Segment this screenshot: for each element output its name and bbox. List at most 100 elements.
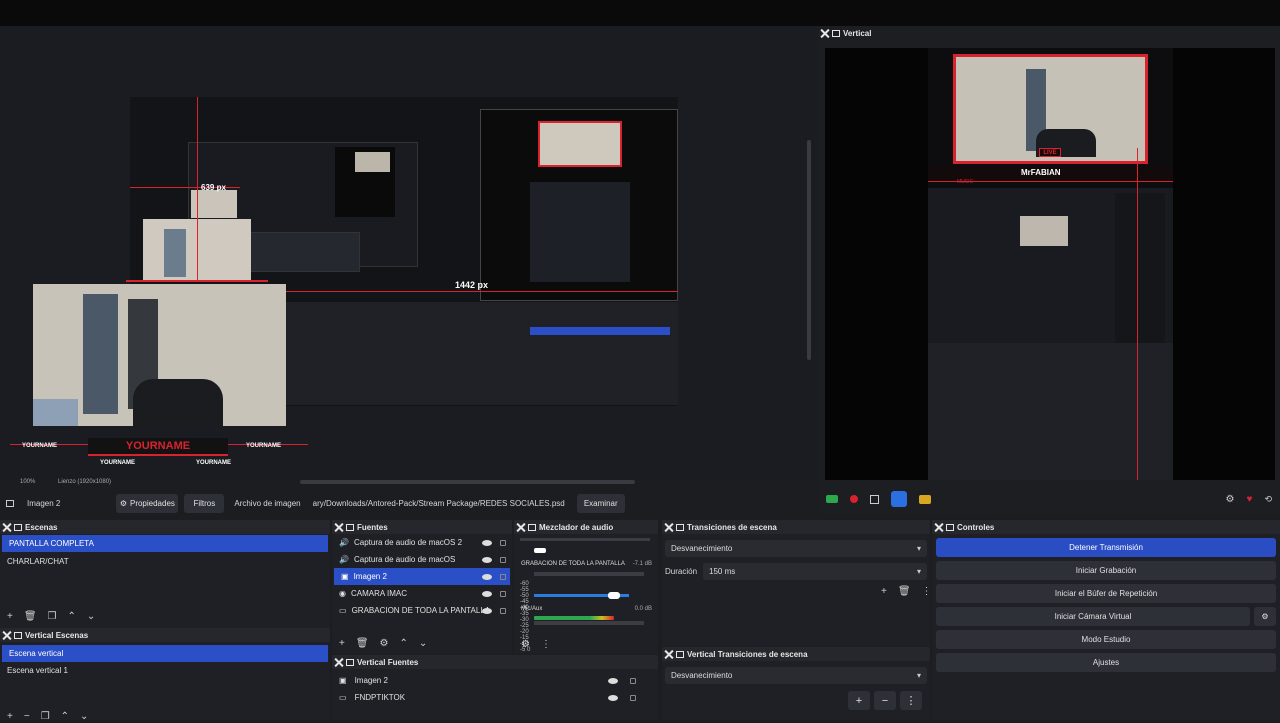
start-virtual-camera-button[interactable]: Iniciar Cámara Virtual bbox=[936, 607, 1250, 626]
heart-icon[interactable]: ♥ bbox=[1247, 494, 1253, 505]
lock-icon[interactable] bbox=[630, 677, 636, 684]
start-replay-buffer-button[interactable]: Iniciar el Búfer de Repetición bbox=[936, 584, 1276, 603]
audio-level-meter bbox=[534, 616, 614, 620]
up-icon[interactable]: ⌃ bbox=[400, 638, 408, 649]
filters-button[interactable]: Filtros bbox=[184, 493, 225, 513]
volume-slider[interactable] bbox=[534, 548, 546, 553]
close-icon[interactable] bbox=[334, 523, 343, 532]
source-item[interactable]: 🔊 Captura de audio de macOS 2 bbox=[332, 534, 512, 551]
studio-icon[interactable] bbox=[919, 494, 931, 504]
zoom-level[interactable]: 100% bbox=[20, 479, 35, 485]
vertical-dock-title: Vertical bbox=[843, 28, 872, 38]
source-item[interactable]: 🔊 Captura de audio de macOS bbox=[332, 551, 512, 568]
studio-mode-button[interactable]: Modo Estudio bbox=[936, 630, 1276, 649]
float-icon[interactable] bbox=[676, 650, 684, 658]
eye-icon[interactable] bbox=[608, 694, 618, 701]
trash-icon[interactable]: 🗑 bbox=[356, 638, 369, 649]
duration-input[interactable]: 150 ms bbox=[703, 563, 927, 580]
browse-button[interactable]: Examinar bbox=[576, 493, 625, 513]
vertical-transition-select[interactable]: Desvanecimiento bbox=[665, 667, 927, 684]
up-icon[interactable]: ⌃ bbox=[68, 611, 76, 622]
close-icon[interactable] bbox=[334, 658, 343, 667]
camera-source-large[interactable] bbox=[33, 284, 286, 426]
add-icon[interactable]: + bbox=[848, 691, 870, 710]
stop-stream-button[interactable]: Detener Transmisión bbox=[936, 538, 1276, 557]
more-icon[interactable]: ⟲ bbox=[1264, 494, 1272, 505]
vertical-source-item[interactable]: ▭ FNDPTIKTOK bbox=[332, 689, 658, 706]
guide-vertical-line bbox=[197, 97, 198, 282]
lock-icon[interactable] bbox=[500, 590, 506, 597]
lock-icon[interactable] bbox=[500, 556, 506, 563]
more-icon[interactable]: ⋮ bbox=[541, 639, 551, 650]
lock-icon[interactable] bbox=[500, 573, 506, 580]
virtual-cam-icon[interactable] bbox=[891, 491, 907, 507]
add-icon[interactable]: + bbox=[881, 586, 887, 597]
virtual-cam-settings-button[interactable]: ⚙ bbox=[1254, 607, 1276, 626]
source-item[interactable]: ▭ GRABACION DE TODA LA PANTALLA bbox=[332, 602, 512, 619]
more-icon[interactable]: ⋮ bbox=[900, 691, 922, 710]
float-icon[interactable] bbox=[946, 523, 954, 531]
down-icon[interactable]: ⌄ bbox=[419, 638, 427, 649]
float-icon[interactable] bbox=[528, 523, 536, 531]
float-icon[interactable] bbox=[832, 29, 840, 37]
scene-item[interactable]: CHARLAR/CHAT bbox=[0, 553, 330, 570]
vertical-scene-item[interactable]: Escena vertical 1 bbox=[0, 662, 330, 679]
eye-icon[interactable] bbox=[608, 677, 618, 684]
float-icon[interactable] bbox=[14, 523, 22, 531]
down-icon[interactable]: ⌄ bbox=[87, 611, 95, 622]
close-icon[interactable] bbox=[664, 650, 673, 659]
eye-icon[interactable] bbox=[482, 607, 492, 614]
start-recording-button[interactable]: Iniciar Grabación bbox=[936, 561, 1276, 580]
trash-icon[interactable]: 🗑 bbox=[898, 586, 911, 597]
properties-button[interactable]: ⚙ Propiedades bbox=[116, 493, 179, 513]
close-icon[interactable] bbox=[820, 29, 829, 38]
transition-select[interactable]: Desvanecimiento bbox=[665, 540, 927, 557]
scene-item[interactable]: PANTALLA COMPLETA bbox=[2, 535, 328, 552]
vertical-scene-item[interactable]: Escena vertical bbox=[2, 645, 328, 662]
float-icon[interactable] bbox=[676, 523, 684, 531]
add-icon[interactable]: + bbox=[7, 611, 13, 622]
vertical-dock-header: Vertical bbox=[818, 26, 1280, 40]
copy-icon[interactable]: ❐ bbox=[48, 611, 57, 622]
settings-button[interactable]: Ajustes bbox=[936, 653, 1276, 672]
close-icon[interactable] bbox=[934, 523, 943, 532]
vertical-scenes-dock: Vertical Escenas Escena vertical Escena … bbox=[0, 628, 330, 722]
record-icon[interactable] bbox=[850, 495, 858, 503]
eye-icon[interactable] bbox=[482, 573, 492, 580]
eye-icon[interactable] bbox=[482, 539, 492, 546]
volume-slider[interactable] bbox=[608, 592, 620, 599]
source-item[interactable]: ◉ CAMARA IMAC bbox=[332, 585, 512, 602]
more-icon[interactable]: ⋮ bbox=[922, 586, 932, 597]
duration-row: Duración 150 ms bbox=[665, 563, 927, 580]
close-icon[interactable] bbox=[2, 631, 11, 640]
vertical-scenes-title: Vertical Escenas bbox=[25, 630, 89, 640]
gear-icon[interactable]: ⚙ bbox=[380, 638, 389, 649]
float-icon[interactable] bbox=[346, 523, 354, 531]
add-icon[interactable]: + bbox=[339, 638, 345, 649]
close-icon[interactable] bbox=[516, 523, 525, 532]
vertical-source-label: FNDPTIKTOK bbox=[354, 693, 406, 702]
close-icon[interactable] bbox=[2, 523, 11, 532]
source-item[interactable]: ▣ Imagen 2 bbox=[334, 568, 510, 585]
vertical-source-item[interactable]: ▣ Imagen 2 bbox=[332, 672, 658, 689]
lock-icon[interactable] bbox=[500, 607, 506, 614]
float-icon[interactable] bbox=[14, 631, 22, 639]
float-icon[interactable] bbox=[346, 658, 354, 666]
lock-icon[interactable] bbox=[630, 694, 636, 701]
measure-label-right: 1442 px bbox=[455, 280, 489, 290]
close-icon[interactable] bbox=[664, 523, 673, 532]
replay-icon[interactable] bbox=[870, 494, 879, 504]
vertical-canvas[interactable]: LIVE MrFABIAN MUSIC bbox=[825, 48, 1275, 480]
stream-icon[interactable] bbox=[826, 495, 838, 503]
trash-icon[interactable]: 🗑 bbox=[24, 611, 37, 622]
vertical-scrollbar[interactable] bbox=[807, 140, 811, 360]
gear-icon[interactable]: ⚙ bbox=[1226, 494, 1235, 505]
gear-icon[interactable]: ⚙ bbox=[521, 639, 530, 650]
horizontal-scrollbar[interactable] bbox=[300, 480, 635, 484]
eye-icon[interactable] bbox=[482, 556, 492, 563]
eye-icon[interactable] bbox=[482, 590, 492, 597]
remove-icon[interactable]: − bbox=[874, 691, 896, 710]
file-path[interactable]: ary/Downloads/Antored-Pack/Stream Packag… bbox=[313, 499, 565, 508]
canvas-size-select[interactable]: Lienzo (1920x1080) bbox=[58, 479, 111, 485]
lock-icon[interactable] bbox=[500, 539, 506, 546]
